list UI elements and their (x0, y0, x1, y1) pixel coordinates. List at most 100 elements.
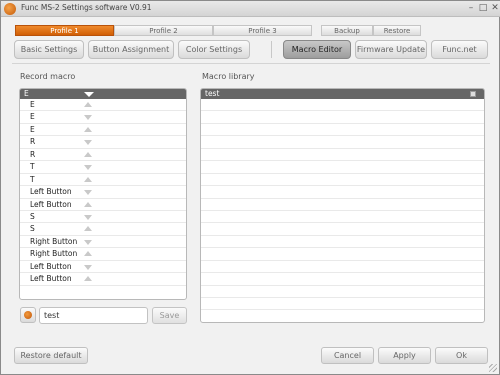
key-up-icon (84, 176, 92, 182)
cancel-button[interactable]: Cancel (321, 347, 374, 364)
backup-tab[interactable]: Backup (321, 25, 373, 36)
macro-library-label: Macro library (202, 72, 255, 81)
library-empty-row (201, 261, 484, 274)
funcnet-button[interactable]: Func.net (431, 40, 488, 59)
library-empty-row (201, 111, 484, 124)
macro-step-key: Left Button (30, 261, 72, 271)
restore-tab[interactable]: Restore (373, 25, 421, 36)
record-macro-list[interactable]: E E E E R R T T Left Button Left Button S S Right B… (19, 88, 187, 300)
nav-divider (271, 41, 272, 58)
library-empty-row (201, 223, 484, 236)
library-empty-row (201, 211, 484, 224)
macro-step-row[interactable]: Right Button (20, 248, 186, 261)
firmware-update-button[interactable]: Firmware Update (355, 40, 427, 59)
nav-separator (12, 63, 490, 64)
macro-step-row[interactable]: Left Button (20, 199, 186, 211)
key-up-icon (84, 251, 92, 257)
macro-step-row[interactable]: E (20, 111, 186, 124)
macro-step-key: T (30, 174, 35, 184)
macro-step-key: Left Button (30, 199, 72, 209)
macro-step-key: R (30, 149, 36, 159)
macro-step-key: Left Button (30, 187, 72, 197)
macro-step-key: Right Button (30, 236, 78, 246)
macro-editor-button[interactable]: Macro Editor (283, 40, 351, 59)
tab-profile-2[interactable]: Profile 2 (114, 25, 213, 36)
library-item-checkbox[interactable] (470, 91, 476, 97)
key-down-icon (84, 140, 92, 146)
key-up-icon (84, 201, 92, 207)
macro-step-row[interactable]: R (20, 149, 186, 162)
library-empty-row (201, 99, 484, 112)
save-button[interactable]: Save (152, 307, 187, 324)
key-up-icon (84, 226, 92, 232)
key-down-icon (84, 214, 92, 220)
title-bar[interactable]: Func MS-2 Settings software V0.91 – □ ✕ (1, 1, 500, 17)
macro-step-key: T (30, 162, 35, 172)
key-down-icon (84, 165, 92, 171)
key-up-icon (84, 102, 92, 107)
key-up-icon (84, 126, 92, 132)
resize-grip[interactable] (489, 364, 497, 372)
macro-step-row[interactable]: S (20, 223, 186, 236)
maximize-icon[interactable]: □ (477, 1, 489, 14)
macro-step-row[interactable]: E (20, 99, 186, 112)
library-empty-row (201, 186, 484, 199)
macro-step-key: R (30, 137, 36, 147)
app-window: Func MS-2 Settings software V0.91 – □ ✕ … (0, 0, 500, 375)
ok-button[interactable]: Ok (435, 347, 488, 364)
basic-settings-button[interactable]: Basic Settings (14, 40, 84, 59)
macro-step-key: E (30, 100, 35, 109)
minimize-icon[interactable]: – (465, 1, 477, 14)
library-empty-row (201, 124, 484, 137)
library-empty-row (201, 273, 484, 286)
macro-step-row[interactable]: S (20, 211, 186, 224)
macro-step-row[interactable]: T (20, 174, 186, 187)
key-down-icon (84, 239, 92, 245)
color-settings-button[interactable]: Color Settings (178, 40, 250, 59)
library-item-label: test (205, 89, 220, 98)
button-assignment-button[interactable]: Button Assignment (88, 40, 174, 59)
macro-step-key: E (30, 112, 35, 122)
record-icon (24, 311, 32, 319)
library-empty-row (201, 161, 484, 174)
record-button[interactable] (20, 307, 36, 323)
macro-step-row[interactable]: R (20, 136, 186, 149)
library-empty-row (201, 248, 484, 261)
macro-step-key: S (30, 211, 35, 221)
library-empty-row (201, 310, 484, 322)
library-item-selected[interactable]: test (201, 89, 484, 99)
macro-step-row[interactable]: Left Button (20, 273, 186, 286)
library-empty-row (201, 174, 484, 187)
library-empty-row (201, 286, 484, 298)
apply-button[interactable]: Apply (378, 347, 431, 364)
record-macro-label: Record macro (20, 72, 76, 81)
tab-profile-3[interactable]: Profile 3 (213, 25, 312, 36)
close-icon[interactable]: ✕ (489, 1, 500, 14)
library-empty-row (201, 298, 484, 311)
macro-step-row[interactable]: T (20, 161, 186, 174)
app-logo-icon (4, 3, 16, 15)
selected-row-key: E (24, 89, 29, 98)
key-up-icon (84, 151, 92, 157)
macro-step-row[interactable]: Left Button (20, 261, 186, 274)
macro-step-key: Right Button (30, 249, 78, 259)
macro-step-key: E (30, 124, 35, 134)
library-empty-row (201, 149, 484, 162)
library-empty-row (201, 136, 484, 149)
key-down-icon (84, 92, 94, 97)
restore-default-button[interactable]: Restore default (14, 347, 88, 364)
macro-library-list[interactable]: test (200, 88, 485, 323)
macro-step-key: Left Button (30, 274, 72, 284)
key-down-icon (84, 115, 92, 121)
macro-step-row[interactable]: Left Button (20, 186, 186, 199)
macro-name-input[interactable] (39, 307, 148, 324)
macro-step-key: S (30, 224, 35, 234)
tab-profile-1[interactable]: Profile 1 (15, 25, 114, 36)
key-down-icon (84, 264, 92, 270)
record-list-header[interactable]: E (20, 89, 186, 99)
macro-step-row[interactable]: Right Button (20, 236, 186, 249)
key-up-icon (84, 276, 92, 282)
key-down-icon (84, 190, 92, 196)
macro-step-row[interactable]: E (20, 124, 186, 137)
window-title: Func MS-2 Settings software V0.91 (21, 3, 152, 12)
